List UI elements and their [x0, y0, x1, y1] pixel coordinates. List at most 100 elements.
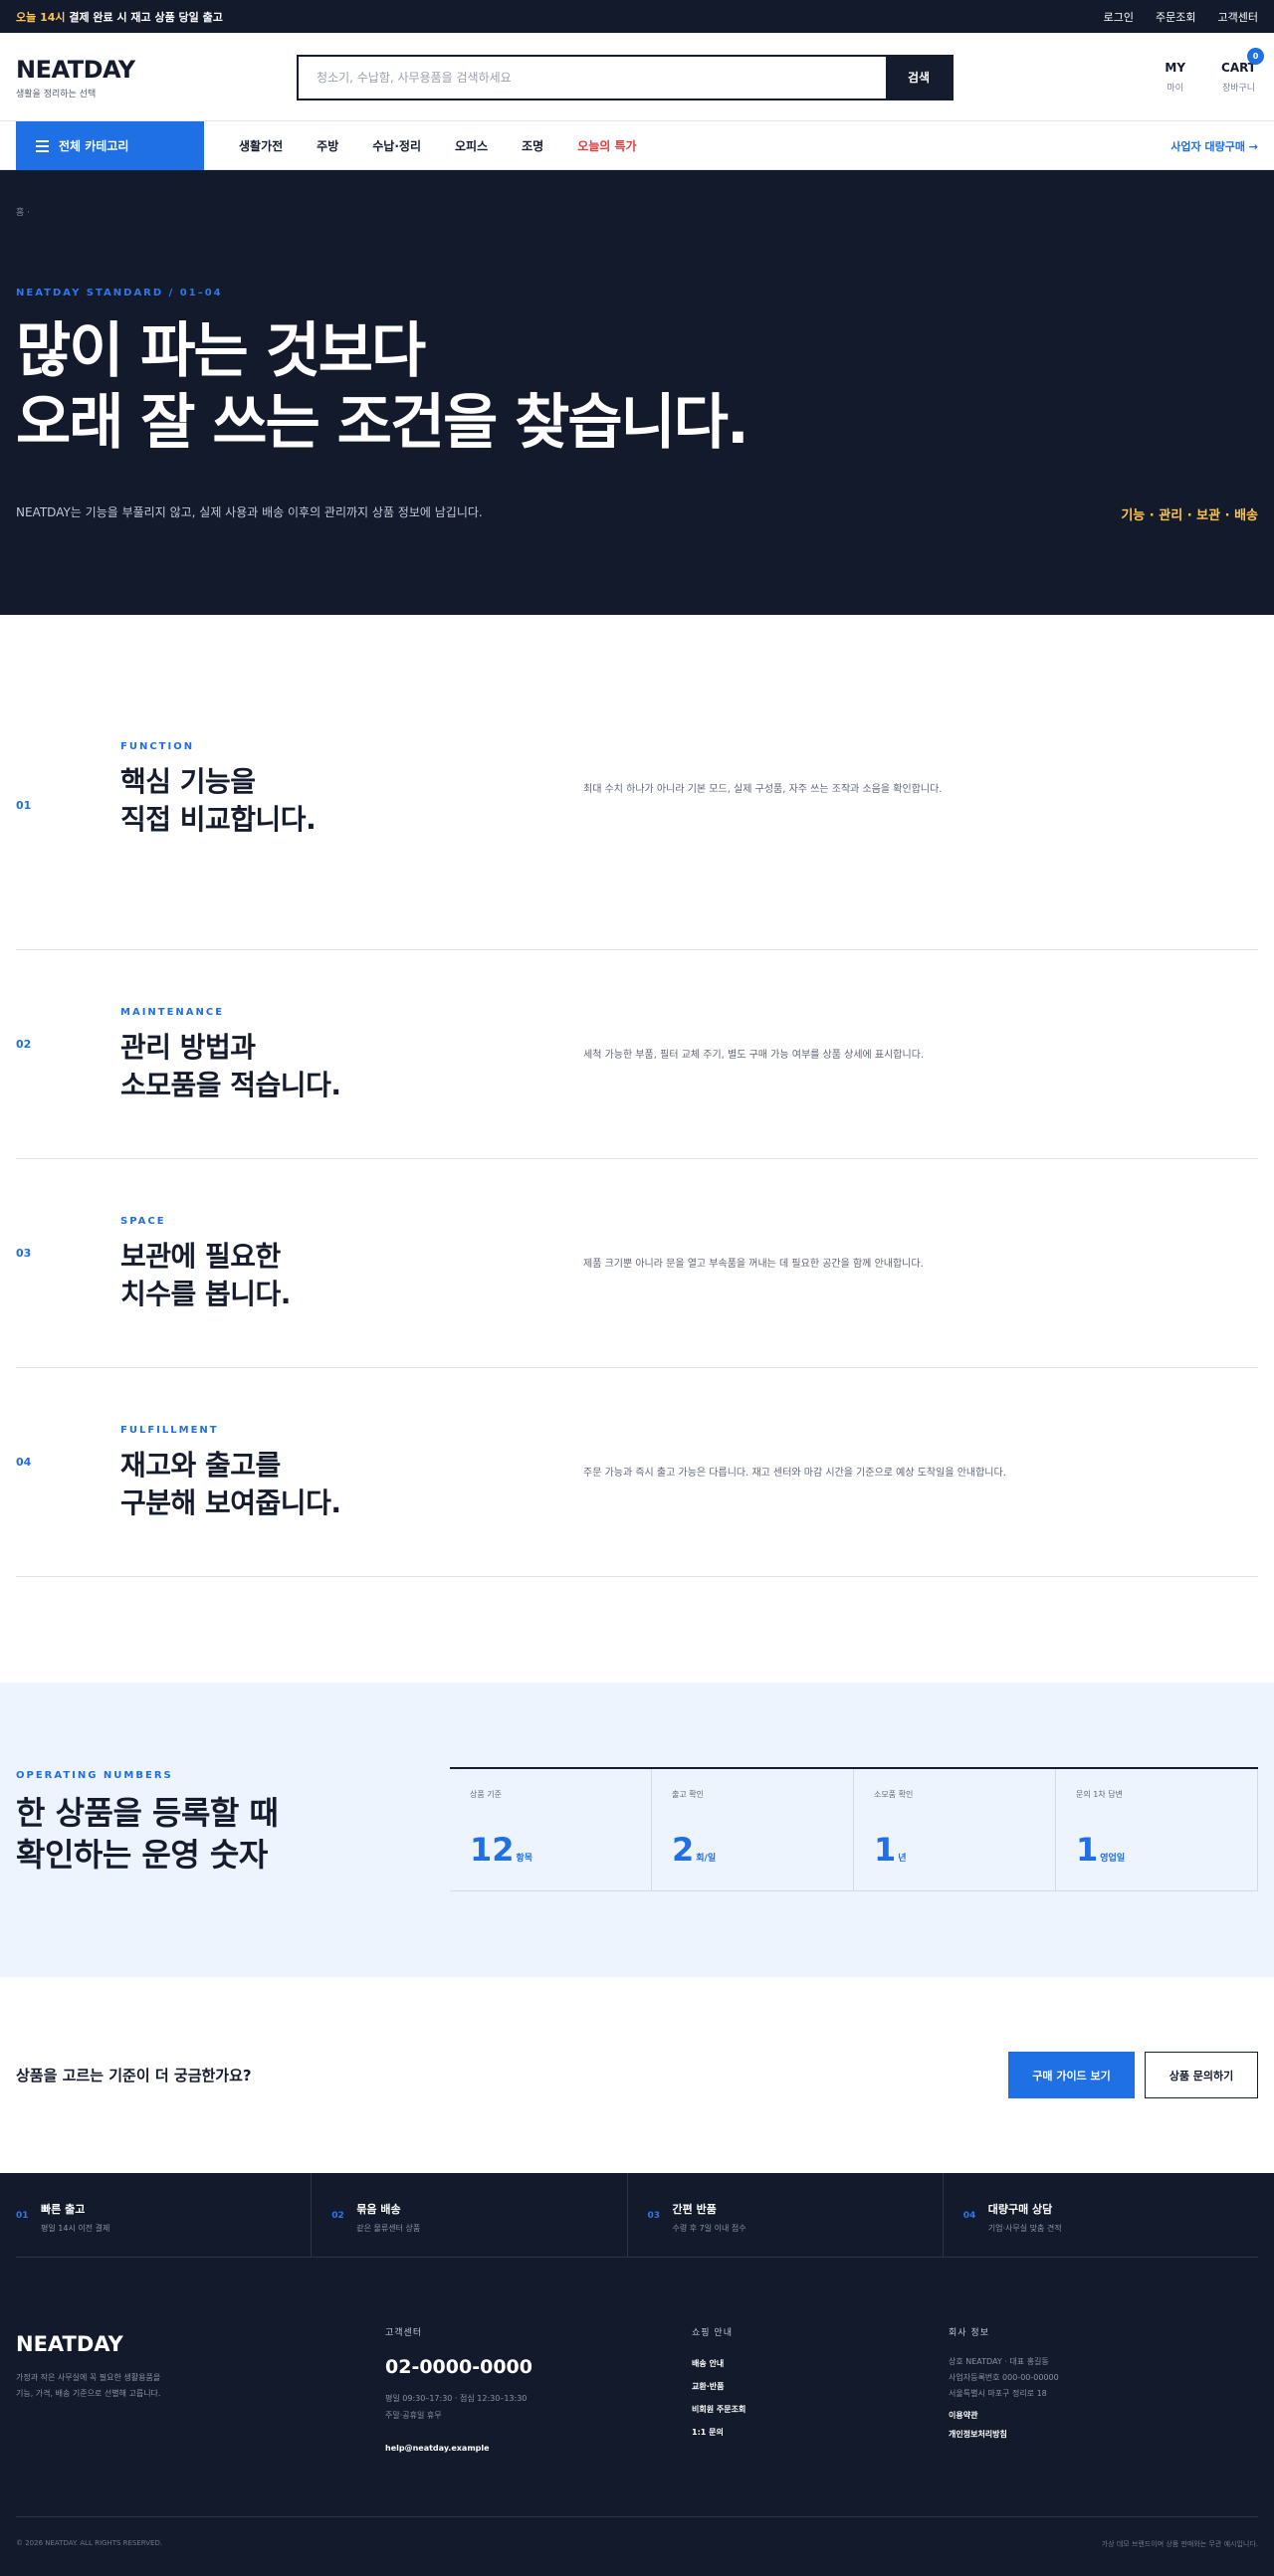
- feature-number: 03: [16, 1247, 32, 1260]
- copyright: © 2026 NEATDAY. ALL RIGHTS RESERVED.: [16, 2539, 163, 2547]
- service-title: 빠른 출고: [41, 2203, 86, 2216]
- hero-title: 많이 파는 것보다 오래 잘 쓰는 조건을 찾습니다.: [16, 315, 749, 459]
- stat-card: 문의 1차 답변 1 영업일: [1056, 1769, 1258, 1891]
- service-item: 04 대량구매 상담 기업·사무실 맞춤 견적: [944, 2173, 1258, 2257]
- cart-count-badge: 0: [1247, 48, 1264, 65]
- cs-hours-2: 주말·공휴일 휴무: [385, 2411, 442, 2420]
- shop-heading: 쇼핑 안내: [692, 2328, 733, 2338]
- feature-title-line-2: 직접 비교합니다.: [120, 803, 317, 836]
- guest-order-link[interactable]: 비회원 주문조회: [692, 2404, 745, 2415]
- feature-title-line-2: 구분해 보여줍니다.: [120, 1486, 341, 1519]
- search-input[interactable]: [299, 56, 886, 99]
- feature-kicker: MAINTENANCE: [120, 1007, 225, 1018]
- feature-description: 세척 가능한 부품, 필터 교체 주기, 별도 구매 가능 여부를 상품 상세에…: [583, 1050, 925, 1061]
- feature-title: 재고와 출고를 구분해 보여줍니다.: [120, 1447, 341, 1522]
- service-sub: 수령 후 7일 이내 접수: [672, 2224, 746, 2233]
- feature-title: 보관에 필요한 치수를 봅니다.: [120, 1238, 291, 1313]
- service-item: 01 빠른 출고 평일 14시 이전 결제: [16, 2173, 313, 2257]
- features-section: 01 FUNCTION 핵심 기능을 직접 비교합니다. 최대 수치 하나가 아니…: [0, 615, 1274, 1683]
- feature-title-line-1: 관리 방법과: [120, 1031, 256, 1064]
- stat-card: 출고 확인 2 회/일: [652, 1769, 854, 1891]
- stat-label: 상품 기준: [470, 1790, 502, 1799]
- stat-value: 1: [1076, 1831, 1099, 1869]
- cs-hours-1: 평일 09:30–17:30 · 점심 12:30–13:30: [385, 2394, 528, 2403]
- company-info-2: 사업자등록번호 000-00-00000: [949, 2373, 1059, 2382]
- footer-cs: 고객센터 02-0000-0000 평일 09:30–17:30 · 점심 12…: [385, 2325, 532, 2453]
- stat-card: 소모품 확인 1년: [854, 1769, 1056, 1891]
- order-lookup-link[interactable]: 주문조회: [1156, 9, 1195, 25]
- footer-brand: NEATDAY 가정과 작은 사무실에 꼭 필요한 생활용품을 기능, 가격, 배…: [16, 2332, 160, 2402]
- numbers-title-line-1: 한 상품을 등록할 때: [16, 1794, 279, 1832]
- search-button[interactable]: 검색: [886, 56, 952, 99]
- footer-shop-info: 쇼핑 안내 배송 안내 교환·반품 비회원 주문조회 1:1 문의: [692, 2325, 745, 2438]
- service-item: 02 묶음 배송같은 물류센터 상품: [312, 2173, 628, 2257]
- nav-item-appliances[interactable]: 생활가전: [239, 137, 283, 154]
- nav-item-daily-deal[interactable]: 오늘의 특가: [577, 137, 636, 154]
- cs-email[interactable]: help@neatday.example: [385, 2444, 532, 2453]
- footer-bottom: © 2026 NEATDAY. ALL RIGHTS RESERVED. 가상 …: [16, 2516, 1258, 2549]
- buying-guide-button[interactable]: 구매 가이드 보기: [1008, 2052, 1135, 2098]
- login-link[interactable]: 로그인: [1104, 9, 1134, 25]
- nav-item-lighting[interactable]: 조명: [522, 137, 543, 154]
- stat-unit: 영업일: [1100, 1854, 1126, 1864]
- company-info-1: 상호 NEATDAY · 대표 홍길동: [949, 2357, 1049, 2366]
- my-sub: 마이: [1167, 84, 1183, 94]
- business-bulk-link[interactable]: 사업자 대량구매 →: [1170, 138, 1258, 154]
- feature-number: 02: [16, 1038, 32, 1051]
- feature-kicker: FULFILLMENT: [120, 1425, 219, 1436]
- logo[interactable]: NEATDAY 생활을 정리하는 선택: [16, 56, 297, 99]
- nav-item-storage[interactable]: 수납·정리: [372, 137, 421, 154]
- footer-logo[interactable]: NEATDAY: [16, 2332, 160, 2356]
- all-categories-button[interactable]: 전체 카테고리: [16, 121, 204, 170]
- stat-value: 2: [672, 1831, 695, 1869]
- top-bar: 오늘 14시 결제 완료 시 재고 상품 당일 출고 로그인 주문조회 고객센터: [0, 0, 1274, 33]
- site-header: NEATDAY 생활을 정리하는 선택 검색 MY 마이 CART 장바구니 0: [0, 33, 1274, 121]
- service-number: 03: [647, 2211, 661, 2221]
- stat-label: 문의 1차 답변: [1076, 1790, 1123, 1799]
- product-inquiry-button[interactable]: 상품 문의하기: [1145, 2052, 1258, 2098]
- feature-number: 01: [16, 799, 32, 812]
- cart-button[interactable]: CART 장바구니 0: [1221, 48, 1264, 94]
- feature-description: 최대 수치 하나가 아니라 기본 모드, 실제 구성품, 자주 쓰는 조작과 소…: [583, 784, 943, 795]
- privacy-policy-link[interactable]: 개인정보처리방침: [949, 2429, 1059, 2440]
- one-on-one-inquiry-link[interactable]: 1:1 문의: [692, 2427, 745, 2438]
- company-info-3: 서울특별시 마포구 정리로 18: [949, 2389, 1047, 2398]
- feature-title: 핵심 기능을 직접 비교합니다.: [120, 763, 317, 839]
- site-footer: 01 빠른 출고 평일 14시 이전 결제 02 묶음 배송 같은 물류센터 상품 …: [0, 2173, 1274, 2576]
- shipping-info-link[interactable]: 배송 안내: [692, 2358, 745, 2369]
- numbers-title-line-2: 확인하는 운영 숫자: [16, 1836, 268, 1874]
- numbers-kicker: OPERATING NUMBERS: [16, 1770, 173, 1781]
- my-page-button[interactable]: MY 마이: [1165, 61, 1185, 94]
- feature-title-line-2: 소모품을 적습니다.: [120, 1069, 341, 1101]
- terms-link[interactable]: 이용약관: [949, 2410, 1059, 2421]
- cta-question: 상품을 고르는 기준이 더 궁금한가요?: [16, 2067, 252, 2084]
- service-title: 대량구매 상담: [987, 2203, 1053, 2216]
- feature-title: 관리 방법과소모품을 적습니다.: [120, 1029, 341, 1104]
- feature-title-line-1: 보관에 필요한: [120, 1240, 281, 1273]
- service-number: 04: [962, 2211, 976, 2221]
- stats-grid: 상품 기준 12 항목 출고 확인 2 회/일 소모품 확인 1년 문의 1차 답변…: [450, 1767, 1258, 1891]
- service-title: 묶음 배송: [356, 2203, 401, 2216]
- service-sub: 같은 물류센터 상품: [356, 2224, 421, 2233]
- hero-title-line-1: 많이 파는 것보다: [16, 316, 426, 386]
- footer-brand-desc-2: 기능, 가격, 배송 기준으로 선별해 고릅니다.: [16, 2389, 161, 2398]
- exchange-return-link[interactable]: 교환·반품: [692, 2381, 745, 2392]
- stat-label: 소모품 확인: [874, 1790, 914, 1799]
- stat-value: 1: [874, 1831, 897, 1869]
- feature-description: 제품 크기뿐 아니라 문을 열고 부속품을 꺼내는 데 필요한 공간을 함께 안…: [583, 1259, 924, 1270]
- service-title: 간편 반품: [672, 2203, 717, 2216]
- nav-item-office[interactable]: 오피스: [455, 137, 488, 154]
- breadcrumb[interactable]: 홈 ·: [16, 205, 30, 218]
- customer-center-link[interactable]: 고객센터: [1218, 9, 1258, 25]
- stat-value: 12: [470, 1831, 515, 1869]
- cs-phone[interactable]: 02-0000-0000: [385, 2356, 532, 2378]
- stat-unit: 항목: [516, 1854, 533, 1864]
- nav-item-kitchen[interactable]: 주방: [317, 137, 338, 154]
- main-nav: 전체 카테고리 생활가전 주방 수납·정리 오피스 조명 오늘의 특가 사업자 …: [0, 121, 1274, 170]
- disclaimer: 가상 데모 브랜드이며 상품 판매와는 무관 예시입니다.: [1101, 2540, 1258, 2548]
- service-strip: 01 빠른 출고 평일 14시 이전 결제 02 묶음 배송 같은 물류센터 상품 …: [16, 2173, 1258, 2258]
- service-number: 02: [331, 2211, 344, 2221]
- feature-number: 04: [16, 1456, 32, 1469]
- notice-text: 결제 완료 시 재고 상품 당일 출고: [65, 10, 223, 24]
- all-categories-label: 전체 카테고리: [59, 139, 129, 153]
